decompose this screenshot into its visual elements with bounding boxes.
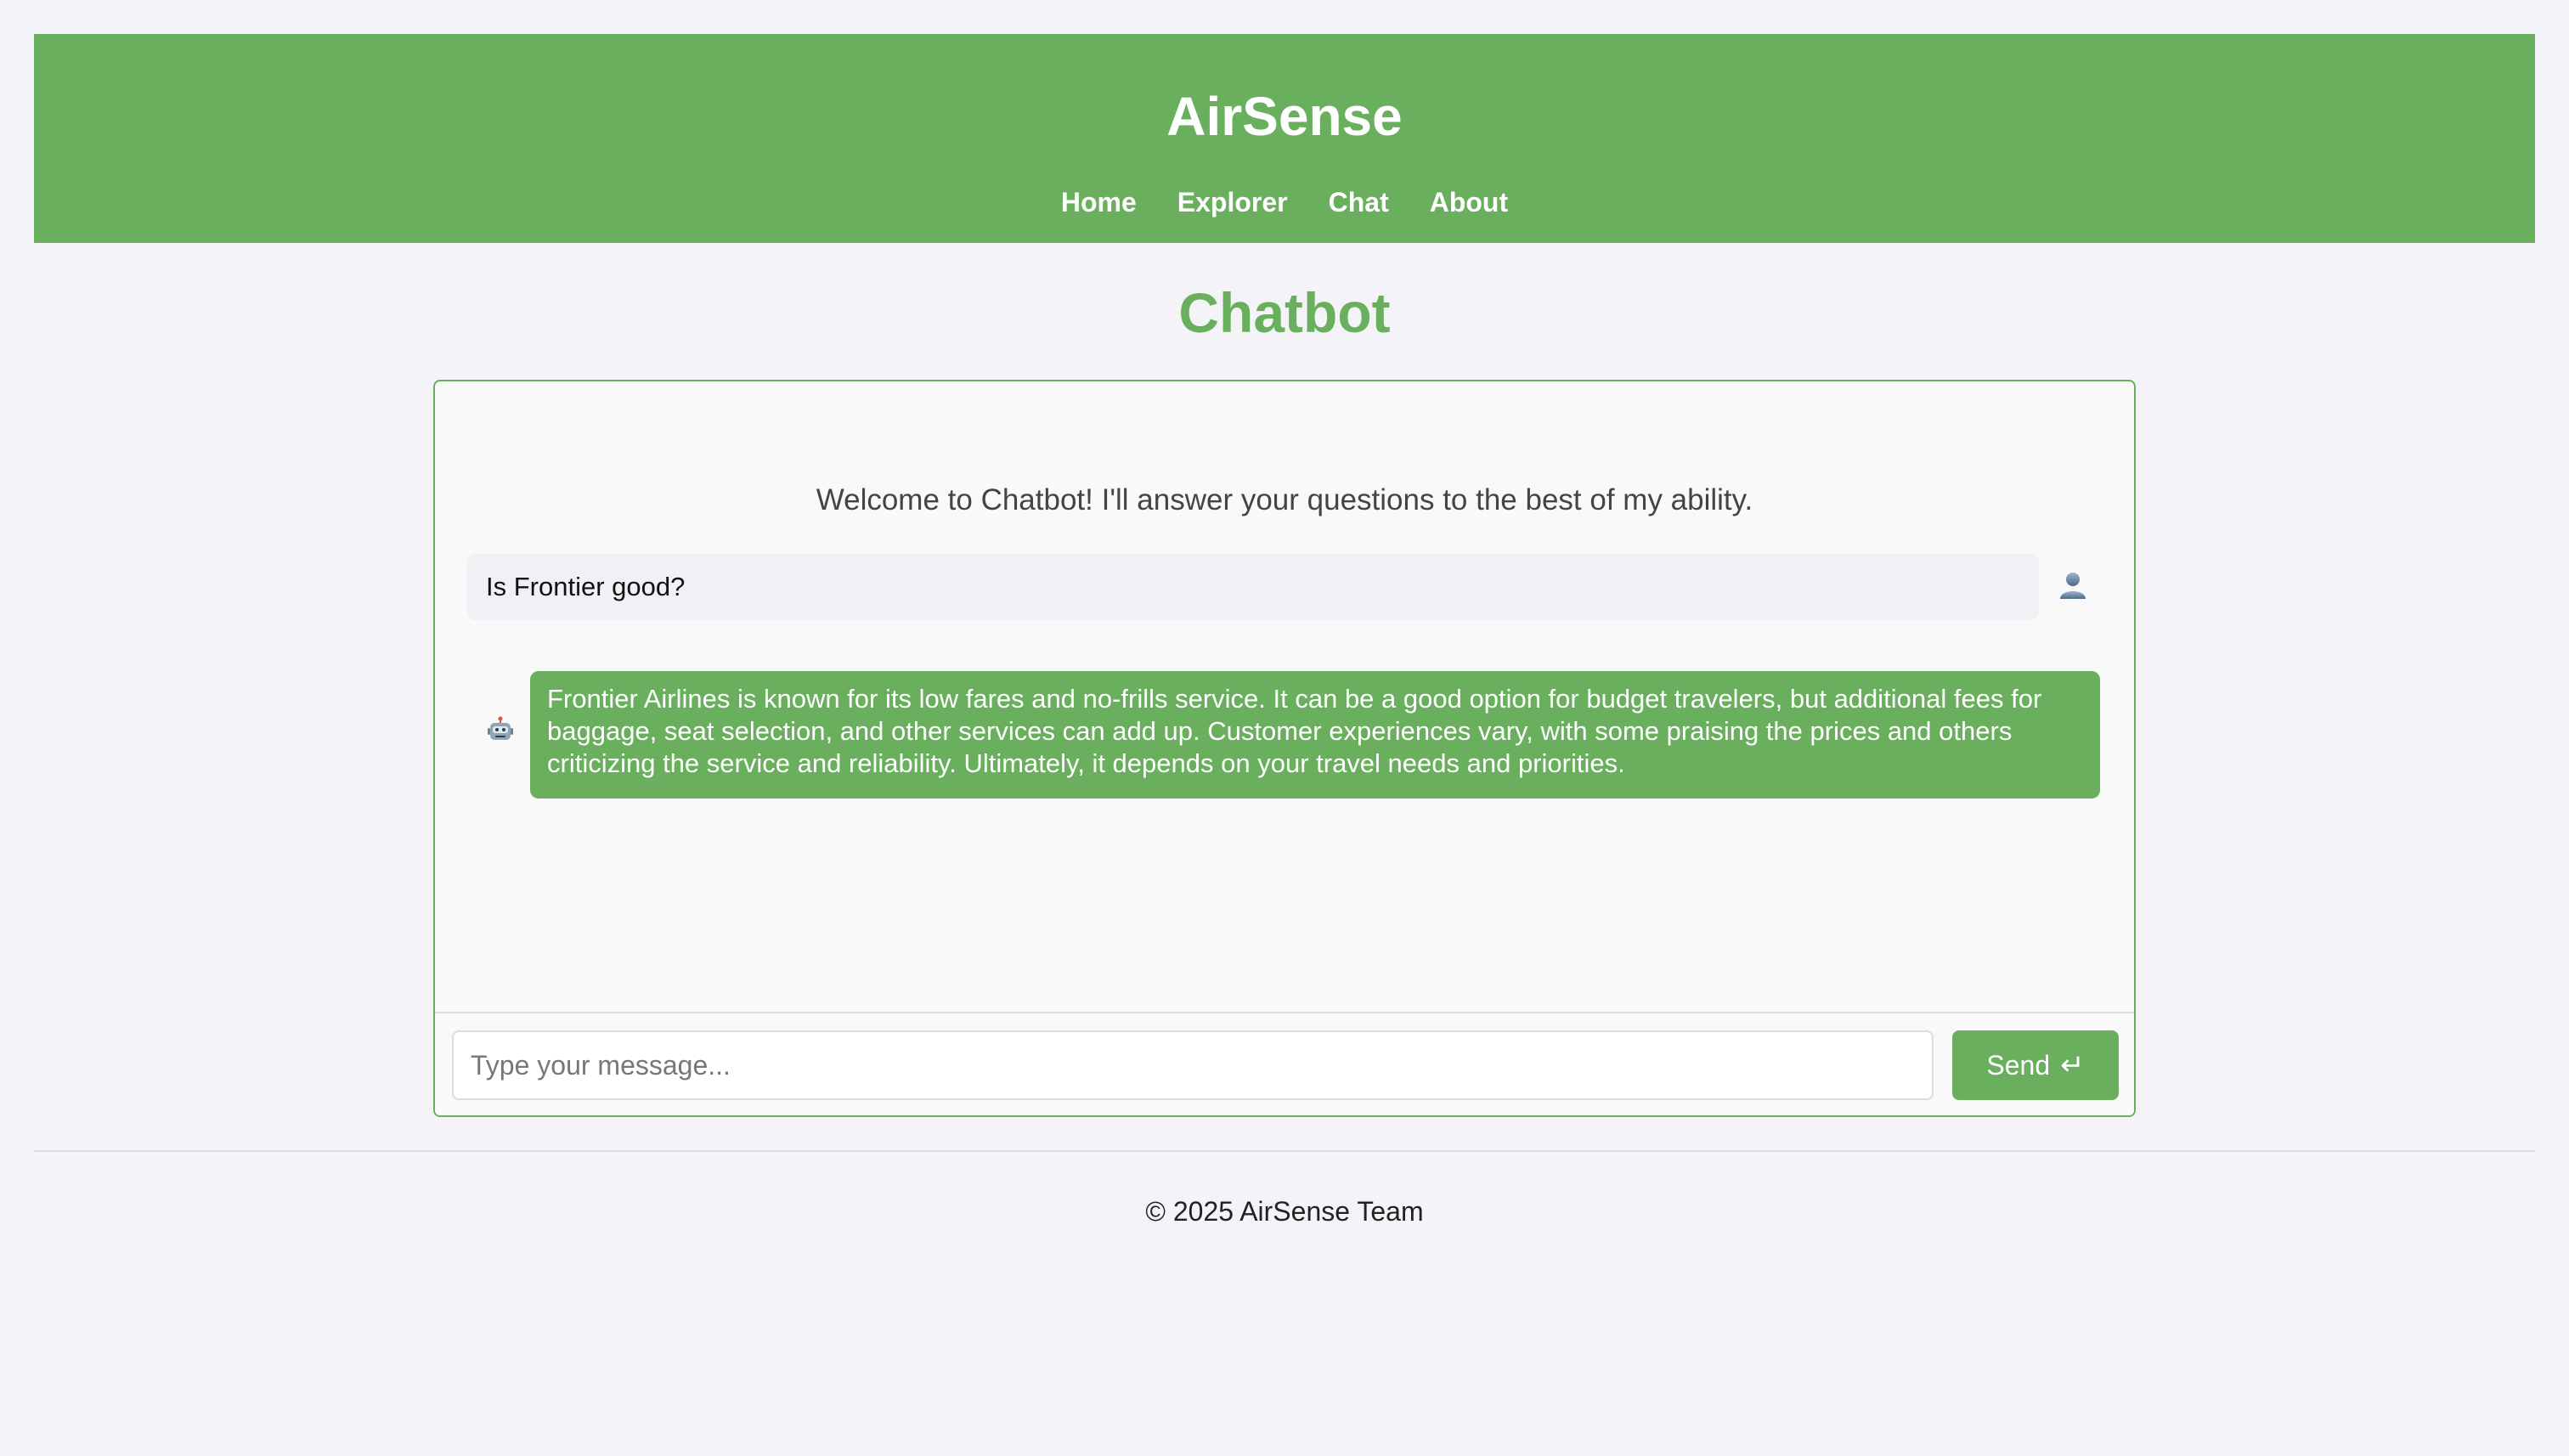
- welcome-message: Welcome to Chatbot! I'll answer your que…: [816, 483, 1753, 516]
- bot-message: Frontier Airlines is known for its low f…: [530, 671, 2100, 799]
- message-input[interactable]: [452, 1030, 1934, 1100]
- chat-messages[interactable]: Welcome to Chatbot! I'll answer your que…: [435, 381, 2134, 1012]
- footer-copyright: © 2025 AirSense Team: [1145, 1196, 1424, 1227]
- chat-panel: Welcome to Chatbot! I'll answer your que…: [433, 380, 2136, 1117]
- user-avatar-icon: [2056, 568, 2090, 602]
- user-message: Is Frontier good?: [467, 554, 2039, 620]
- main-nav: Home Explorer Chat About: [34, 185, 2535, 219]
- nav-explorer[interactable]: Explorer: [1177, 185, 1288, 219]
- send-button[interactable]: Send ↵: [1952, 1030, 2119, 1100]
- nav-chat[interactable]: Chat: [1329, 185, 1389, 219]
- page-title: Chatbot: [1178, 281, 1391, 344]
- site-title: AirSense: [1166, 86, 1403, 147]
- nav-about[interactable]: About: [1430, 185, 1508, 219]
- send-label: Send: [1986, 1049, 2051, 1081]
- robot-icon: [486, 716, 515, 745]
- enter-icon: ↵: [2060, 1049, 2085, 1081]
- footer-divider: [34, 1150, 2535, 1152]
- input-row: Send ↵: [435, 1012, 2134, 1115]
- nav-home[interactable]: Home: [1061, 185, 1137, 219]
- page: AirSense Home Explorer Chat About Chatbo…: [0, 0, 2569, 1456]
- site-header: AirSense Home Explorer Chat About: [34, 34, 2535, 243]
